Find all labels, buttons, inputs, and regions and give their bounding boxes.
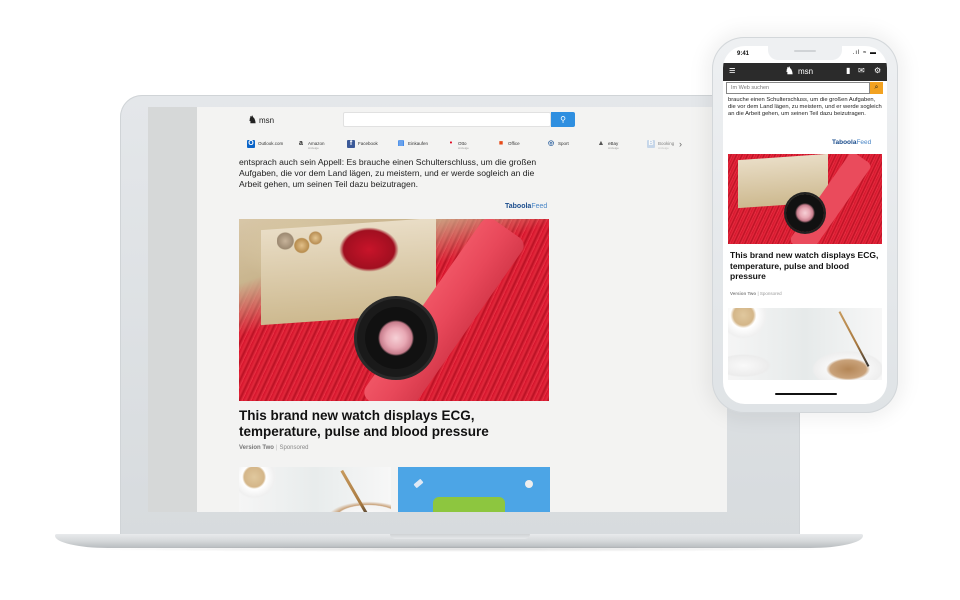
quicklink-label: Sport — [558, 141, 569, 146]
facebook-icon: f — [347, 140, 355, 148]
msn-butterfly-icon: ♞ — [248, 115, 257, 126]
mobile-search-button[interactable]: ⌕ — [870, 82, 883, 94]
msn-mobile-header: ≡ ♞ msn ▮ ✉ ⚙ — [723, 63, 887, 81]
cake-ad-thumbnail[interactable] — [239, 467, 391, 512]
notebook-ad-thumbnail[interactable] — [398, 467, 550, 512]
quicklink-label: Office — [508, 141, 520, 146]
shopping-cart-icon: ▤ — [397, 140, 405, 147]
phone-icon[interactable]: ▮ — [846, 66, 850, 76]
ad-headline[interactable]: This brand new watch displays ECG, tempe… — [730, 250, 880, 282]
quicklink-label: Einkaufen — [408, 141, 429, 146]
ad-label: Anzeige — [608, 146, 619, 150]
quicklink-office[interactable]: ■ Office — [497, 140, 547, 151]
booking-icon: B — [647, 140, 655, 148]
msn-logo-text: msn — [258, 116, 275, 125]
msn-logo[interactable]: ♞ msn — [248, 115, 274, 126]
quicklink-outlook[interactable]: O Outlook.com — [247, 140, 297, 151]
speaker-grille — [794, 50, 816, 52]
outlook-icon: O — [247, 140, 255, 148]
article-paragraph: brauche einen Schulterschluss, um die gr… — [728, 97, 882, 117]
msn-logo[interactable]: ♞ msn — [785, 66, 813, 77]
phone-screen: 9:41 .ıl ≈ ▬ ≡ ♞ msn ▮ ✉ ⚙ Im Web suchen… — [723, 46, 887, 404]
quicklink-booking[interactable]: B Booking Anzeige — [647, 140, 679, 151]
laptop-screen: ♞ msn ⚲ O Outlook.com a Amazon Anzeige f … — [148, 107, 727, 512]
mail-icon[interactable]: ✉ — [858, 66, 865, 76]
quicklinks-bar: O Outlook.com a Amazon Anzeige f Facebook… — [247, 140, 682, 151]
taboola-feed-logo[interactable]: TaboolaFeed — [832, 139, 871, 146]
ad-label: Anzeige — [658, 146, 669, 150]
ad-label: Anzeige — [458, 146, 469, 150]
quicklink-label: Outlook.com — [258, 141, 284, 146]
quicklink-ebay[interactable]: ▲ eBay Anzeige — [597, 140, 647, 151]
amazon-icon: a — [299, 140, 303, 147]
article-paragraph: entsprach auch sein Appell: Es brauche e… — [239, 157, 537, 189]
web-search-input[interactable] — [343, 112, 551, 127]
quicklink-sport[interactable]: ◎ Sport — [547, 140, 597, 151]
quicklink-otto[interactable]: • Otto Anzeige — [447, 140, 497, 151]
laptop-shadow — [70, 546, 850, 552]
search-icon: ⌕ — [874, 84, 879, 91]
settings-gear-icon[interactable]: ⚙ — [874, 66, 881, 76]
ad-source[interactable]: Version Two — [239, 445, 274, 451]
msn-butterfly-icon: ♞ — [785, 66, 794, 77]
status-time: 9:41 — [737, 51, 750, 57]
watch-ad-image[interactable] — [239, 219, 549, 401]
sponsored-label: Sponsored — [759, 291, 782, 296]
home-indicator[interactable] — [775, 393, 837, 395]
quicklink-facebook[interactable]: f Facebook — [347, 140, 397, 151]
phone-notch — [768, 46, 842, 60]
quicklink-amazon[interactable]: a Amazon Anzeige — [297, 140, 347, 151]
quicklink-einkaufen[interactable]: ▤ Einkaufen — [397, 140, 447, 151]
office-icon: ■ — [498, 140, 504, 147]
msn-desktop-page: ♞ msn ⚲ O Outlook.com a Amazon Anzeige f … — [197, 107, 727, 512]
laptop-hinge-notch — [390, 534, 530, 539]
ad-headline[interactable]: This brand new watch displays ECG, tempe… — [239, 408, 559, 440]
ad-label: Anzeige — [308, 146, 319, 150]
search-button[interactable]: ⚲ — [551, 112, 575, 127]
ad-byline: Version Two | Sponsored — [239, 445, 309, 451]
ebay-icon: ▲ — [597, 140, 605, 147]
msn-logo-text: msn — [797, 67, 814, 76]
ad-byline: Version Two | Sponsored — [730, 291, 782, 296]
cake-ad-thumbnail[interactable] — [728, 308, 882, 380]
hamburger-menu-icon[interactable]: ≡ — [729, 66, 735, 77]
sport-icon: ◎ — [547, 140, 555, 147]
quicklink-label: Facebook — [358, 141, 378, 146]
status-icons: .ıl ≈ ▬ — [852, 50, 877, 56]
taboola-feed-logo[interactable]: TaboolaFeed — [505, 203, 547, 210]
otto-icon: • — [449, 140, 453, 147]
mobile-search-input[interactable]: Im Web suchen — [726, 82, 870, 94]
ad-source[interactable]: Version Two — [730, 291, 756, 296]
browser-side-margin — [148, 107, 197, 512]
watch-ad-image[interactable] — [728, 154, 882, 244]
search-icon: ⚲ — [560, 115, 566, 124]
sponsored-label: Sponsored — [279, 445, 309, 451]
chevron-right-icon[interactable]: › — [679, 140, 682, 151]
